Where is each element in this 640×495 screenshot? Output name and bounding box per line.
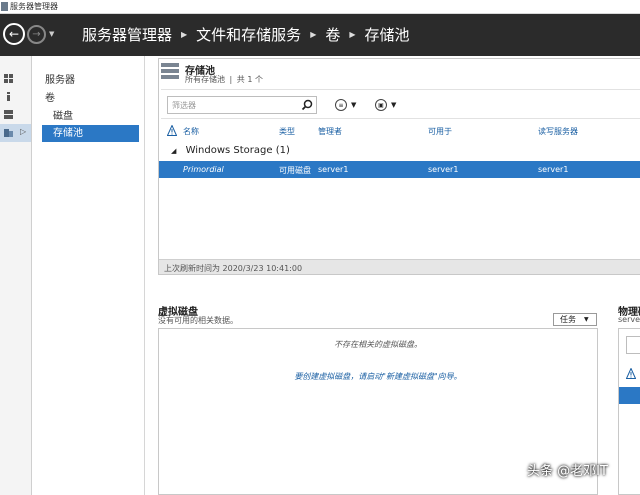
group-label: Windows Storage (1): [185, 145, 290, 156]
warning-icon[interactable]: [626, 368, 636, 379]
column-header-available-to[interactable]: 可用于: [428, 126, 452, 137]
column-header-type[interactable]: 类型: [279, 126, 295, 137]
nav-item-disks[interactable]: 磁盘: [53, 108, 73, 125]
left-icon-bar: ▷: [0, 56, 32, 495]
nav-item-volumes[interactable]: 卷: [45, 90, 55, 107]
breadcrumb-separator-icon: ▶: [181, 30, 188, 39]
breadcrumb: 服务器管理器 ▶ 文件和存储服务 ▶ 卷 ▶ 存储池: [82, 24, 410, 45]
chevron-down-icon: ▼: [351, 101, 357, 109]
dashboard-icon: [4, 74, 13, 83]
search-icon[interactable]: [301, 99, 313, 111]
storage-tree-nav: 服务器 卷 磁盘 存储池: [32, 56, 145, 495]
physical-disks-panel: [618, 328, 640, 495]
info-icon: [7, 92, 10, 101]
dashboard-nav-button[interactable]: [0, 70, 31, 88]
subtitle-separator: |: [229, 75, 233, 84]
table-header: 名称 类型 管理者 可用于 读写服务器: [161, 121, 640, 141]
nav-item-storage-pools[interactable]: 存储池: [42, 125, 139, 142]
virtual-disks-subtitle: 没有可用的相关数据。: [158, 316, 238, 325]
save-query-button[interactable]: ▣ ▼: [375, 98, 396, 112]
tasks-dropdown-button[interactable]: 任务 ▼: [553, 313, 597, 326]
window-title: 服务器管理器: [10, 2, 58, 11]
subtitle-scope: 所有存储池: [185, 75, 225, 84]
expand-arrow-icon: ▷: [20, 127, 27, 136]
table-row[interactable]: [619, 387, 640, 404]
group-header[interactable]: ◢ Windows Storage (1): [161, 145, 290, 159]
physical-disks-subtitle: server: [618, 315, 640, 324]
forward-button[interactable]: →: [27, 25, 46, 44]
subtitle-count: 共 1 个: [236, 75, 263, 84]
breadcrumb-item-server-manager[interactable]: 服务器管理器: [82, 24, 172, 45]
storage-pools-subtitle: 所有存储池 | 共 1 个: [185, 74, 265, 85]
chevron-down-icon: ▼: [391, 101, 397, 109]
back-button[interactable]: ←: [3, 23, 25, 45]
tasks-label: 任务: [560, 315, 576, 324]
collapse-triangle-icon: ◢: [171, 147, 177, 155]
list-icon: ≡: [335, 99, 347, 111]
warning-icon[interactable]: [167, 125, 177, 136]
breadcrumb-item-volumes[interactable]: 卷: [325, 24, 340, 45]
nav-item-servers[interactable]: 服务器: [45, 72, 75, 89]
table-row[interactable]: Primordial 可用磁盘 server1 server1 server1: [159, 161, 640, 178]
storage-pools-toolbar: ≡ ▼ ▣ ▼: [161, 89, 640, 119]
file-storage-nav-button[interactable]: ▷: [0, 124, 31, 142]
column-header-name[interactable]: 名称: [183, 126, 199, 137]
new-virtual-disk-wizard-link[interactable]: 要创建虚拟磁盘，请启动"新建虚拟磁盘"向导。: [159, 371, 597, 382]
file-storage-icon: [4, 129, 13, 137]
storage-pool-icon: [161, 63, 179, 79]
cell-available-to: server1: [428, 165, 459, 174]
no-virtual-disks-message: 不存在相关的虚拟磁盘。: [334, 340, 422, 349]
header-bar: ← → ▼ 服务器管理器 ▶ 文件和存储服务 ▶ 卷 ▶ 存储池: [0, 14, 640, 56]
column-header-managed-by[interactable]: 管理者: [318, 126, 342, 137]
last-refresh-status: 上次刷新时间为 2020/3/23 10:41:00: [159, 259, 640, 274]
cell-managed-by: server1: [318, 165, 349, 174]
storage-pools-panel: 存储池 所有存储池 | 共 1 个 ≡ ▼ ▣ ▼ 名称 类型 管理者: [158, 58, 640, 275]
breadcrumb-separator-icon: ▶: [310, 30, 317, 39]
cell-type: 可用磁盘: [279, 166, 311, 175]
window-titlebar: 服务器管理器: [0, 0, 640, 14]
breadcrumb-separator-icon: ▶: [349, 30, 356, 39]
servers-icon: [4, 110, 13, 119]
filter-input[interactable]: [168, 97, 298, 113]
list-options-button[interactable]: ≡ ▼: [335, 98, 356, 112]
watermark: 头条 @老邓IT: [527, 464, 608, 479]
all-servers-nav-button[interactable]: [0, 106, 31, 124]
back-arrow-icon: ←: [8, 27, 20, 41]
breadcrumb-item-storage-pools[interactable]: 存储池: [365, 24, 410, 45]
cell-rw-server: server1: [538, 165, 569, 174]
chevron-down-icon: ▼: [584, 316, 589, 323]
forward-arrow-icon: →: [32, 28, 41, 40]
physical-filter-box[interactable]: [626, 336, 640, 354]
column-header-rw-server[interactable]: 读写服务器: [538, 126, 578, 137]
local-server-nav-button[interactable]: [0, 88, 31, 106]
server-manager-app-icon: [1, 2, 8, 11]
save-icon: ▣: [375, 99, 387, 111]
cell-name: Primordial: [183, 165, 224, 174]
breadcrumb-item-file-storage[interactable]: 文件和存储服务: [196, 24, 301, 45]
filter-box: [167, 96, 317, 114]
history-dropdown-button[interactable]: ▼: [49, 30, 54, 38]
chevron-down-icon: ▼: [49, 30, 55, 38]
